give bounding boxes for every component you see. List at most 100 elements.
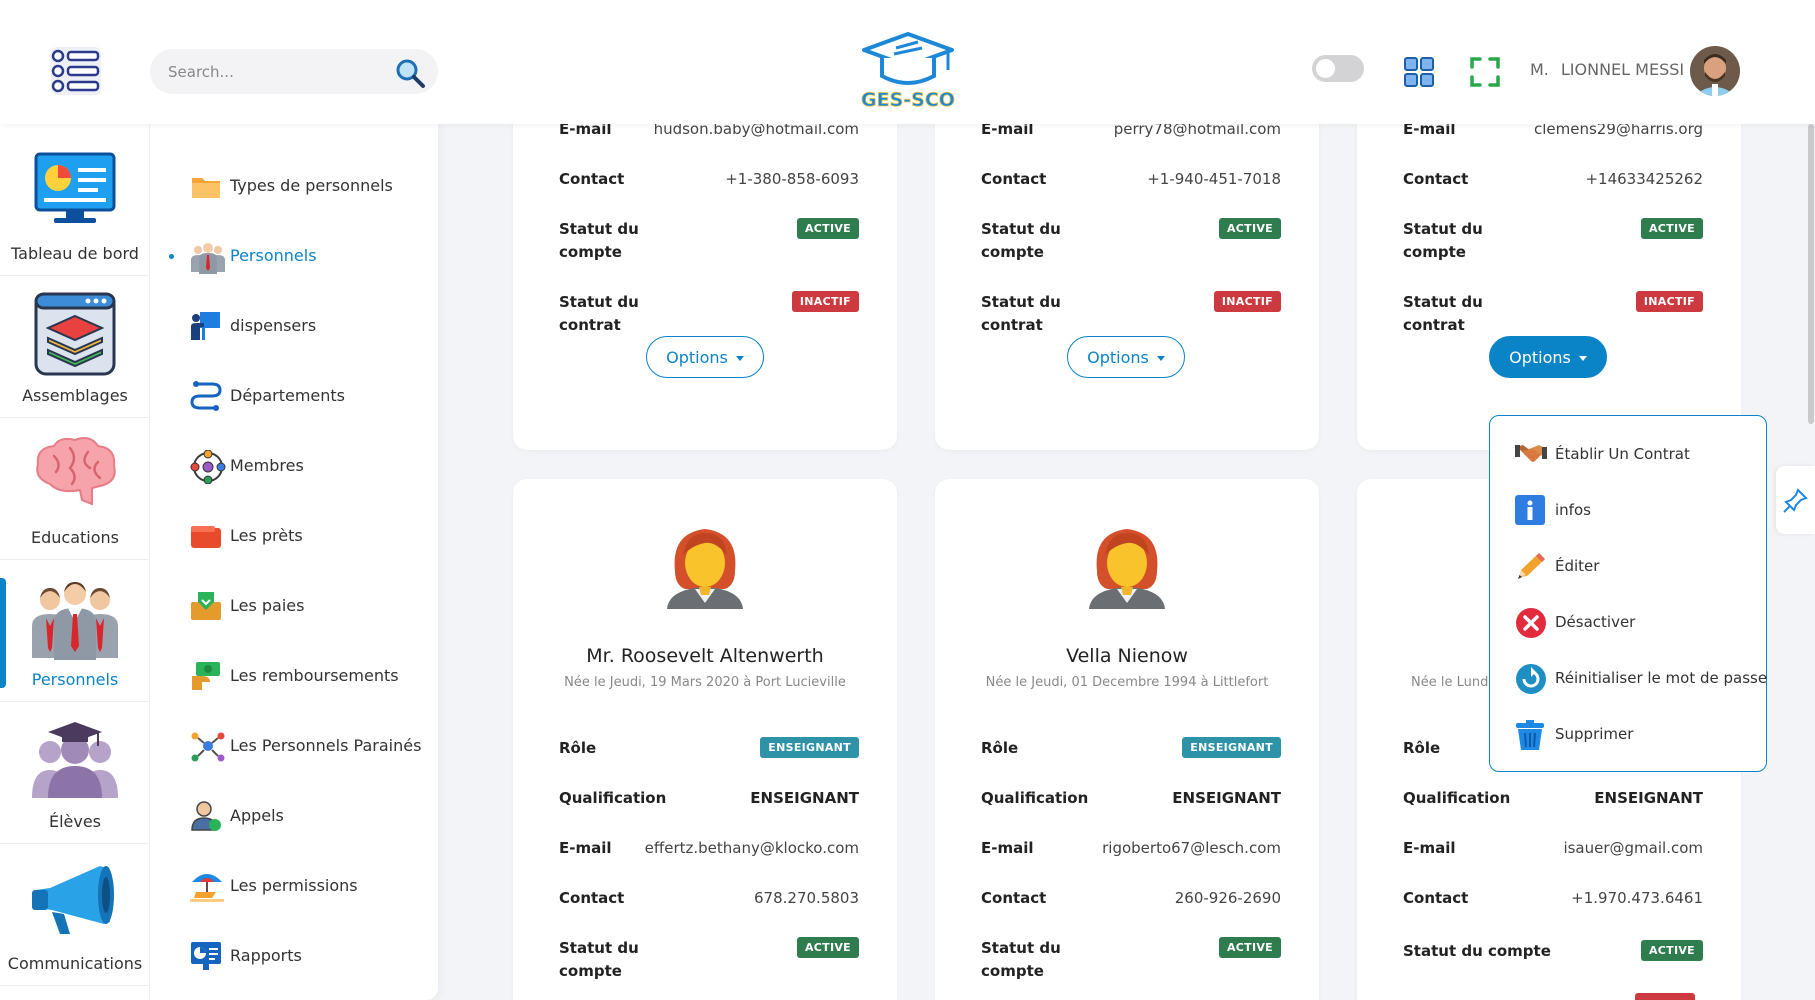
contact-label: Contact (1403, 889, 1469, 907)
contract-status-label: Statut du contrat (981, 293, 1061, 334)
options-dropdown-menu: Établir Un Contrat infos Éditer Désactiv… (1489, 415, 1767, 772)
email-label: E-mail (1403, 839, 1456, 857)
main-nav-rail: Tableau de bord Assemblages Educations P… (0, 124, 150, 1000)
staff-card: E-mail perry78@hotmail.com Contact +1-94… (935, 90, 1319, 450)
rail-label: Tableau de bord (11, 244, 139, 263)
options-button[interactable]: Options (1067, 336, 1185, 378)
fullscreen-icon[interactable] (1469, 56, 1501, 88)
submenu-item-types-personnels[interactable]: Types de personnels (150, 162, 438, 210)
user-name[interactable]: M. LIONNEL MESSI (1530, 60, 1684, 79)
submenu-label: Les prèts (230, 526, 303, 545)
female-avatar-icon (665, 519, 745, 613)
person-birth: Née le Jeudi, 19 Mars 2020 à Port Luciev… (564, 675, 846, 690)
handshake-icon (1515, 445, 1547, 462)
logo-text: GES-SCO (861, 89, 955, 111)
brain-icon (36, 437, 116, 506)
staff-card: Vella Nienow Née le Jeudi, 01 Decembre 1… (935, 479, 1319, 1000)
submenu-label: Membres (230, 456, 304, 475)
submenu-item-departements[interactable]: Départements (150, 372, 438, 420)
call-icon (191, 801, 221, 831)
submenu-item-permissions[interactable]: Les permissions (150, 862, 438, 910)
contract-status-label: Statut du contrat (559, 293, 639, 334)
menu-list-icon[interactable] (48, 44, 104, 98)
submenu-item-prets[interactable]: Les prèts (150, 512, 438, 560)
submenu-item-paies[interactable]: Les paies (150, 582, 438, 630)
contact-value: +1-380-858-6093 (725, 170, 859, 188)
qualification-label: Qualification (559, 789, 667, 807)
rail-item-communications[interactable]: Communications (0, 844, 150, 986)
qualification-value: ENSEIGNANT (1172, 789, 1281, 807)
submenu-label: Rapports (230, 946, 302, 965)
rail-label: Educations (31, 528, 119, 547)
submenu-item-appels[interactable]: Appels (150, 792, 438, 840)
staff-card: E-mail clemens29@harris.org Contact +146… (1357, 90, 1741, 450)
staff-card: Mr. Roosevelt Altenwerth Née le Jeudi, 1… (513, 479, 897, 1000)
beach-icon (190, 874, 224, 902)
apps-grid-icon[interactable] (1403, 56, 1435, 88)
search-input[interactable] (168, 49, 388, 94)
email-label: E-mail (981, 839, 1034, 857)
menu-item-reinitialiser-mdp[interactable]: Réinitialiser le mot de passe (1490, 651, 1767, 703)
account-status-label: Statut du compte (981, 939, 1061, 980)
submenu-label: Les remboursements (230, 666, 399, 685)
status-badge: ACTIVE (796, 218, 859, 239)
options-button[interactable]: Options (646, 336, 764, 378)
contact-value: +1.970.473.6461 (1571, 889, 1703, 907)
menu-item-desactiver[interactable]: Désactiver (1490, 595, 1765, 647)
rail-item-educations[interactable]: Educations (0, 418, 150, 560)
status-badge: ACTIVE (1640, 940, 1703, 961)
options-button-open[interactable]: Options (1489, 336, 1607, 378)
theme-toggle[interactable] (1312, 55, 1364, 82)
submenu-label: Les paies (230, 596, 305, 615)
user-prefix: M. (1530, 60, 1549, 79)
report-icon (191, 942, 221, 970)
staff-icon (32, 582, 118, 660)
contact-label: Contact (559, 170, 625, 188)
account-status-label: Statut du compte (1403, 942, 1551, 960)
contact-label: Contact (981, 170, 1047, 188)
page-scrollbar[interactable] (1808, 124, 1814, 424)
user-avatar[interactable] (1690, 46, 1740, 96)
rail-item-assemblages[interactable]: Assemblages (0, 276, 150, 418)
menu-item-label: Désactiver (1555, 613, 1636, 631)
toggle-knob (1316, 59, 1335, 78)
email-value: isauer@gmail.com (1563, 839, 1703, 857)
submenu-item-personnels[interactable]: Personnels (150, 232, 438, 280)
account-status-label: Statut du compte (1403, 220, 1483, 261)
role-badge: ENSEIGNANT (1182, 737, 1281, 758)
rail-item-dashboard[interactable]: Tableau de bord (0, 134, 150, 276)
submenu-item-rapports[interactable]: Rapports (150, 932, 438, 980)
menu-item-editer[interactable]: Éditer (1490, 539, 1765, 591)
menu-item-infos[interactable]: infos (1490, 483, 1765, 535)
menu-item-etablir-contrat[interactable]: Établir Un Contrat (1490, 427, 1765, 479)
contract-status-label: Statut du contrat (1403, 293, 1483, 334)
menu-item-supprimer[interactable]: Supprimer (1490, 707, 1765, 759)
dashboard-icon (34, 152, 116, 223)
deactivate-icon (1516, 608, 1546, 638)
email-value: effertz.bethany@klocko.com (644, 839, 859, 857)
status-badge: INACTIF (1213, 291, 1281, 312)
payment-icon (191, 592, 221, 620)
submenu-item-membres[interactable]: Membres (150, 442, 438, 490)
user-fullname: LIONNEL MESSI (1560, 60, 1685, 79)
submenu-item-remboursements[interactable]: Les remboursements (150, 652, 438, 700)
rail-item-eleves[interactable]: Élèves (0, 702, 150, 844)
pin-icon (1783, 488, 1808, 513)
rail-item-personnels[interactable]: Personnels (0, 560, 150, 702)
person-name: Mr. Roosevelt Altenwerth (586, 645, 824, 667)
status-badge: ACTIVE (1640, 218, 1703, 239)
submenu-label: Les Personnels Parainés (230, 736, 422, 755)
submenu-item-parraines[interactable]: Les Personnels Parainés (150, 722, 438, 770)
caret-down-icon (1578, 355, 1587, 361)
refund-icon (192, 662, 220, 690)
search-icon[interactable] (394, 57, 426, 89)
role-badge: ENSEIGNANT (760, 737, 859, 758)
contact-value: 260-926-2690 (1174, 889, 1281, 907)
folder-icon (192, 178, 220, 198)
submenu-label: Types de personnels (230, 176, 393, 195)
submenu-item-dispensers[interactable]: dispensers (150, 302, 438, 350)
contact-value: +14633425262 (1585, 170, 1703, 188)
pin-side-tab[interactable] (1776, 466, 1815, 534)
menu-item-label: Supprimer (1555, 725, 1634, 743)
app-logo[interactable]: GES-SCO (860, 30, 956, 112)
